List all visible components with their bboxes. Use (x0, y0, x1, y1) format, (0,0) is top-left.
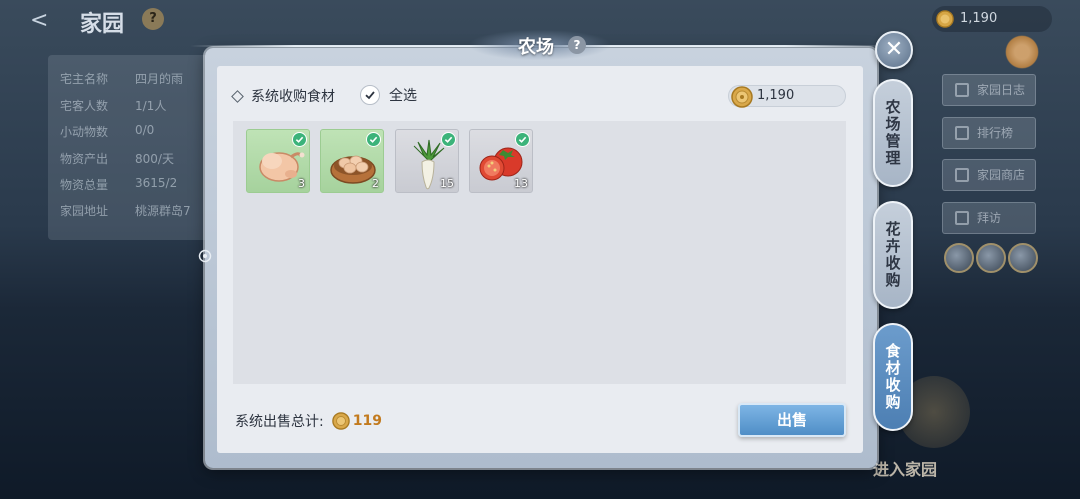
home-info-panel: 宅主名称 四月的雨 宅客人数 1/1人 小动物数 0/0 物资产出 800/天 … (48, 55, 218, 240)
checkmark-icon (292, 132, 307, 147)
background-coin-counter: 1,190 (932, 6, 1052, 32)
coin-counter: 1,190 (728, 85, 846, 108)
close-icon: ✕ (884, 37, 904, 62)
item-quantity: 13 (514, 177, 528, 190)
info-key: 小动物数 (60, 125, 109, 139)
coin-icon (331, 412, 350, 430)
leaderboard-button[interactable]: 排行榜 (942, 117, 1036, 149)
info-row: 物资总量 3615/2 (60, 176, 177, 193)
visit-button[interactable]: 拜访 (942, 202, 1036, 234)
checkmark-icon (366, 132, 381, 147)
home-log-label: 家园日志 (977, 83, 1026, 97)
info-row: 物资产出 800/天 (60, 150, 174, 167)
diamond-icon (231, 89, 244, 103)
info-value: 3615/2 (135, 176, 178, 190)
coin-value: 1,190 (757, 88, 795, 103)
home-title: 家园 (80, 12, 125, 37)
total-label: 系统出售总计: (235, 414, 324, 430)
avatar[interactable] (976, 243, 1006, 273)
tab-ingredient-purchase[interactable]: 食材收购 (873, 323, 913, 431)
help-icon[interactable]: ? (568, 36, 586, 54)
coin-icon (936, 10, 954, 28)
checkmark-icon (360, 85, 380, 105)
checkmark-icon (441, 132, 456, 147)
tab-label: 农场管理 (883, 99, 902, 167)
enter-home-label[interactable]: 进入家园 (873, 456, 937, 480)
info-value: 0/0 (135, 123, 155, 137)
shop-icon (955, 168, 969, 182)
help-icon[interactable]: ? (142, 8, 164, 30)
tab-label: 食材收购 (883, 343, 902, 411)
info-row: 宅主名称 四月的雨 (60, 70, 183, 87)
leaderboard-label: 排行榜 (977, 126, 1014, 140)
info-key: 物资产出 (60, 152, 109, 166)
avatar[interactable] (1008, 243, 1038, 273)
coin-icon (731, 86, 753, 108)
total-value: 119 (352, 413, 382, 429)
item-quantity: 15 (440, 177, 454, 190)
select-all-checkbox[interactable]: 全选 (360, 85, 417, 105)
info-value: 1/1人 (135, 99, 167, 113)
home-log-button[interactable]: 家园日志 (942, 74, 1036, 106)
info-row: 小动物数 0/0 (60, 123, 154, 140)
tab-flower-purchase[interactable]: 花卉收购 (873, 201, 913, 309)
info-key: 宅主名称 (60, 72, 109, 86)
info-key: 宅客人数 (60, 99, 109, 113)
item-slot-radish[interactable]: 15 (395, 129, 459, 193)
background-coin-value: 1,190 (960, 11, 998, 26)
sell-button[interactable]: 出售 (738, 403, 846, 437)
dialog-title: 农场 (518, 37, 554, 58)
home-shop-button[interactable]: 家园商店 (942, 159, 1036, 191)
id-card-icon (955, 211, 969, 225)
info-key: 物资总量 (60, 178, 109, 192)
close-button[interactable]: ✕ (875, 31, 913, 69)
info-value: 800/天 (135, 152, 174, 166)
tab-farm-management[interactable]: 农场管理 (873, 79, 913, 187)
item-quantity: 3 (298, 177, 305, 190)
info-value: 四月的雨 (135, 72, 184, 86)
section-header: 系统收购食材 (231, 86, 335, 106)
checkmark-icon (515, 132, 530, 147)
item-slot-tomato[interactable]: 13 (469, 129, 533, 193)
bar-chart-icon (955, 126, 969, 140)
visit-label: 拜访 (977, 211, 1002, 225)
section-label: 系统收购食材 (251, 89, 335, 105)
list-icon (955, 83, 969, 97)
item-quantity: 2 (372, 177, 379, 190)
home-shop-label: 家园商店 (977, 168, 1026, 182)
tab-label: 花卉收购 (883, 221, 902, 289)
item-slot-eggs[interactable]: 2 (320, 129, 384, 193)
info-value: 桃源群岛7 (135, 204, 191, 218)
info-key: 家园地址 (60, 204, 109, 218)
flower-icon (1005, 35, 1039, 69)
select-all-label: 全选 (389, 88, 417, 104)
info-row: 宅客人数 1/1人 (60, 97, 166, 114)
frame-knob-icon (198, 249, 212, 263)
info-row: 家园地址 桃源群岛7 (60, 202, 191, 219)
item-slot-chicken[interactable]: 3 (246, 129, 310, 193)
sale-total: 系统出售总计: 119 (235, 411, 382, 431)
avatar[interactable] (944, 243, 974, 273)
back-arrow-icon[interactable]: < (30, 8, 48, 33)
